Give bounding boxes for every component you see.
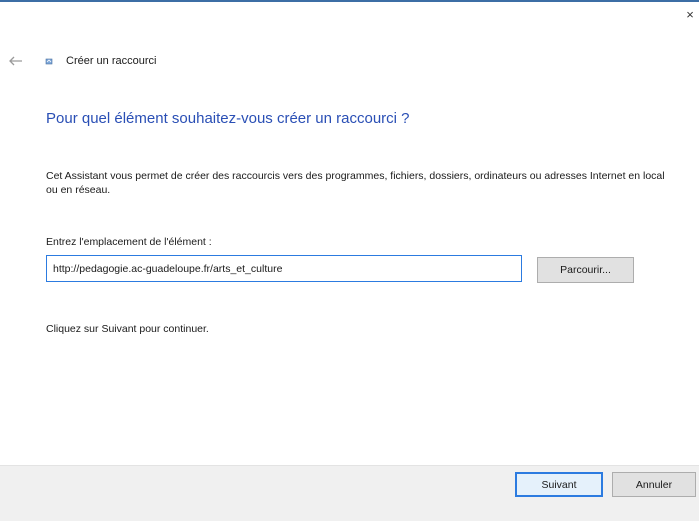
wizard-title: Créer un raccourci [66, 55, 157, 67]
location-input[interactable] [46, 255, 522, 282]
cancel-button[interactable]: Annuler [612, 472, 696, 497]
page-heading: Pour quel élément souhaitez-vous créer u… [46, 110, 410, 127]
browse-button[interactable]: Parcourir... [537, 257, 634, 283]
shortcut-wizard-icon [44, 56, 54, 66]
continue-hint: Cliquez sur Suivant pour continuer. [46, 323, 209, 335]
close-icon[interactable]: × [686, 7, 694, 22]
back-arrow-icon[interactable] [8, 53, 24, 69]
location-label: Entrez l'emplacement de l'élément : [46, 236, 212, 248]
close-button[interactable]: × [683, 8, 697, 22]
next-button[interactable]: Suivant [515, 472, 603, 497]
wizard-description: Cet Assistant vous permet de créer des r… [46, 170, 665, 196]
wizard-header: Créer un raccourci [8, 52, 156, 70]
create-shortcut-dialog: × Créer un raccourci Pour quel élément s… [0, 0, 699, 521]
